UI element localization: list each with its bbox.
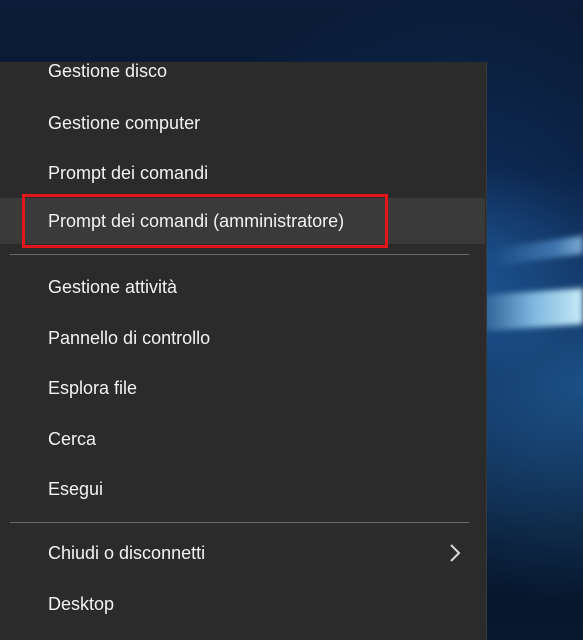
menu-item-gestione-computer[interactable]: Gestione computer	[0, 100, 485, 146]
menu-separator	[10, 254, 469, 255]
menu-item-chiudi-o-disconnetti[interactable]: Chiudi o disconnetti	[0, 530, 485, 576]
menu-item-label: Desktop	[48, 594, 115, 614]
menu-item-esplora-file[interactable]: Esplora file	[0, 365, 485, 411]
menu-item-desktop[interactable]: Desktop	[0, 581, 485, 627]
menu-item-label: Gestione computer	[48, 113, 201, 133]
menu-item-esegui[interactable]: Esegui	[0, 466, 485, 512]
wallpaper-light-beam	[473, 288, 583, 332]
menu-item-prompt-dei-comandi-amministratore[interactable]: Prompt dei comandi (amministratore)	[0, 198, 485, 244]
menu-item-gestione-attivita[interactable]: Gestione attività	[0, 264, 485, 310]
menu-item-label: Pannello di controllo	[48, 328, 211, 348]
menu-separator	[10, 522, 469, 523]
menu-item-label: Esplora file	[48, 378, 138, 398]
menu-item-gestione-disco[interactable]: Gestione disco	[0, 62, 485, 92]
menu-item-label: Gestione disco	[48, 62, 168, 81]
menu-item-prompt-dei-comandi[interactable]: Prompt dei comandi	[0, 150, 485, 196]
chevron-right-icon	[447, 530, 463, 576]
menu-item-label: Gestione attività	[48, 277, 178, 297]
menu-item-cerca[interactable]: Cerca	[0, 416, 485, 462]
menu-item-label: Prompt dei comandi	[48, 163, 209, 183]
menu-item-label: Prompt dei comandi (amministratore)	[48, 211, 345, 231]
menu-item-label: Esegui	[48, 479, 104, 499]
menu-item-label: Cerca	[48, 429, 97, 449]
winx-context-menu: Gestione disco Gestione computer Prompt …	[0, 62, 487, 640]
menu-item-label: Chiudi o disconnetti	[48, 543, 206, 563]
menu-item-pannello-di-controllo[interactable]: Pannello di controllo	[0, 315, 485, 361]
